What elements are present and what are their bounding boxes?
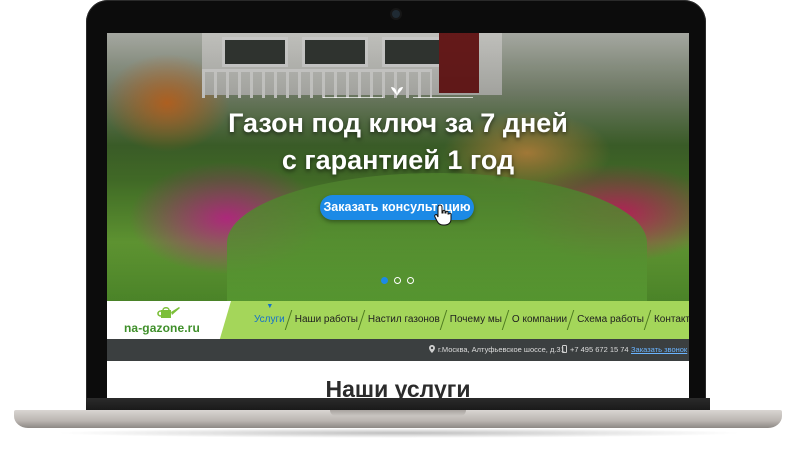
laptop-notch bbox=[330, 410, 466, 416]
nav-menu: ▼ Услуги Наши работы Настил газонов Поче… bbox=[249, 301, 689, 339]
hero-title-line2: с гарантией 1 год bbox=[281, 145, 515, 175]
slider-dot-3[interactable] bbox=[407, 277, 414, 284]
decor-line-right bbox=[413, 97, 473, 98]
logo[interactable]: na-gazone.ru bbox=[107, 301, 231, 339]
laptop-base: MacBook bbox=[14, 398, 782, 440]
laptop-screen: Газон под ключ за 7 дней с гарантией 1 г… bbox=[107, 33, 689, 398]
nav-item-workflow[interactable]: Схема работы bbox=[572, 301, 649, 339]
leaf-icon bbox=[391, 87, 403, 96]
camera-icon bbox=[392, 10, 400, 18]
hand-pointer-icon bbox=[434, 204, 452, 226]
logo-text: na-gazone.ru bbox=[124, 321, 200, 335]
nav-item-our-works[interactable]: Наши работы bbox=[290, 301, 363, 339]
main-navbar: na-gazone.ru ▼ Услуги Наши работы Настил… bbox=[107, 301, 689, 339]
nav-item-contacts[interactable]: Контакты bbox=[649, 301, 689, 339]
hero-title-line1: Газон под ключ за 7 дней bbox=[228, 108, 568, 138]
nav-item-lawn-laying[interactable]: Настил газонов bbox=[363, 301, 445, 339]
nav-item-why-us[interactable]: Почему мы bbox=[445, 301, 507, 339]
nav-item-label: Услуги bbox=[254, 314, 285, 325]
nav-item-label: Почему мы bbox=[449, 314, 502, 325]
section-title: Наши услуги bbox=[325, 376, 471, 398]
hero-title: Газон под ключ за 7 дней с гарантией 1 г… bbox=[107, 105, 689, 179]
phone[interactable]: +7 495 672 15 74 bbox=[562, 339, 629, 361]
callback-link[interactable]: Заказать звонок bbox=[631, 339, 687, 361]
hero-banner: Газон под ключ за 7 дней с гарантией 1 г… bbox=[107, 33, 689, 301]
phone-icon bbox=[562, 345, 567, 353]
phone-text: +7 495 672 15 74 bbox=[570, 345, 629, 354]
nav-item-about[interactable]: О компании bbox=[507, 301, 572, 339]
slider-dot-1[interactable] bbox=[381, 277, 388, 284]
watering-can-icon bbox=[157, 307, 180, 318]
nav-item-label: Настил газонов bbox=[367, 314, 440, 325]
nav-item-services[interactable]: ▼ Услуги bbox=[249, 301, 290, 339]
nav-item-label: Наши работы bbox=[294, 314, 358, 325]
nav-item-label: О компании bbox=[511, 314, 568, 325]
slider-dots bbox=[381, 277, 414, 284]
active-caret-icon: ▼ bbox=[266, 303, 274, 310]
decor-line-left bbox=[323, 97, 383, 98]
slider-dot-2[interactable] bbox=[394, 277, 401, 284]
nav-item-label: Контакты bbox=[653, 314, 689, 325]
services-section: Наши услуги bbox=[107, 361, 689, 398]
map-pin-icon bbox=[429, 345, 435, 353]
nav-item-label: Схема работы bbox=[577, 314, 644, 325]
info-bar: г.Москва, Алтуфьевское шоссе, д.31 +7 49… bbox=[107, 339, 689, 361]
address: г.Москва, Алтуфьевское шоссе, д.31 bbox=[429, 339, 565, 361]
address-text: г.Москва, Алтуфьевское шоссе, д.31 bbox=[438, 345, 565, 354]
